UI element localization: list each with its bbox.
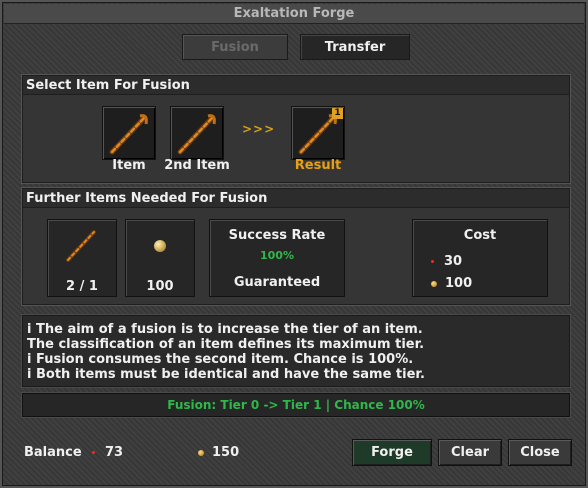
staff-icon bbox=[66, 230, 96, 262]
success-rate-panel: Success Rate 100% Guaranteed bbox=[209, 219, 345, 297]
result-label: Result bbox=[294, 158, 342, 173]
tab-transfer[interactable]: Transfer bbox=[300, 34, 410, 60]
select-item-heading: Select Item For Fusion bbox=[23, 76, 569, 95]
further-items-heading: Further Items Needed For Fusion bbox=[23, 189, 569, 208]
cost-title: Cost bbox=[463, 228, 497, 243]
red-currency-icon bbox=[431, 260, 434, 263]
balance-gold-value: 150 bbox=[212, 445, 240, 460]
cost-panel: Cost 30 100 bbox=[412, 219, 548, 297]
exaltation-forge-window: Exaltation Forge Fusion Transfer Select … bbox=[0, 0, 588, 488]
fusion-status: Fusion: Tier 0 -> Tier 1 | Chance 100% bbox=[22, 393, 570, 417]
clear-button[interactable]: Clear bbox=[438, 439, 502, 466]
arrows-icon: >>> bbox=[242, 122, 276, 136]
cost-gold-row: 100 bbox=[431, 276, 472, 291]
balance-label: Balance bbox=[24, 445, 82, 460]
tab-fusion[interactable]: Fusion bbox=[182, 34, 288, 60]
gold-coin-icon bbox=[154, 240, 166, 252]
gold-coin-icon bbox=[198, 449, 204, 456]
info-line: i The aim of a fusion is to increase the… bbox=[27, 322, 423, 337]
item-count: 2 / 1 bbox=[66, 279, 98, 294]
staff-icon bbox=[177, 114, 216, 155]
info-box: i The aim of a fusion is to increase the… bbox=[22, 315, 570, 387]
balance-gold: 150 bbox=[198, 445, 239, 460]
success-rate-status: Guaranteed bbox=[233, 275, 321, 290]
staff-icon bbox=[109, 114, 148, 155]
tier-badge: 1 bbox=[332, 108, 343, 119]
result-slot[interactable]: 1 bbox=[291, 106, 345, 160]
forge-button[interactable]: Forge bbox=[352, 439, 432, 466]
item-slot[interactable] bbox=[102, 106, 156, 160]
balance-red: 73 bbox=[92, 445, 123, 460]
second-item-slot[interactable] bbox=[170, 106, 224, 160]
second-item-label: 2nd Item bbox=[164, 158, 230, 173]
info-line: The classification of an item defines it… bbox=[27, 337, 425, 352]
success-rate-value: 100% bbox=[260, 249, 294, 262]
cost-red-value: 30 bbox=[444, 254, 463, 269]
red-currency-icon bbox=[92, 451, 95, 454]
cost-gold-value: 100 bbox=[445, 276, 473, 291]
success-rate-title: Success Rate bbox=[228, 228, 326, 243]
close-button[interactable]: Close bbox=[508, 439, 572, 466]
gold-coin-icon bbox=[431, 280, 437, 287]
info-line: i Both items must be identical and have … bbox=[27, 367, 425, 382]
balance-red-value: 73 bbox=[105, 445, 124, 460]
info-line: i Fusion consumes the second item. Chanc… bbox=[27, 352, 414, 367]
cost-red-row: 30 bbox=[431, 254, 462, 269]
window-title[interactable]: Exaltation Forge bbox=[4, 4, 584, 24]
required-item-panel: 2 / 1 bbox=[47, 219, 117, 297]
gold-amount: 100 bbox=[146, 279, 174, 294]
gold-panel: 100 bbox=[125, 219, 195, 297]
